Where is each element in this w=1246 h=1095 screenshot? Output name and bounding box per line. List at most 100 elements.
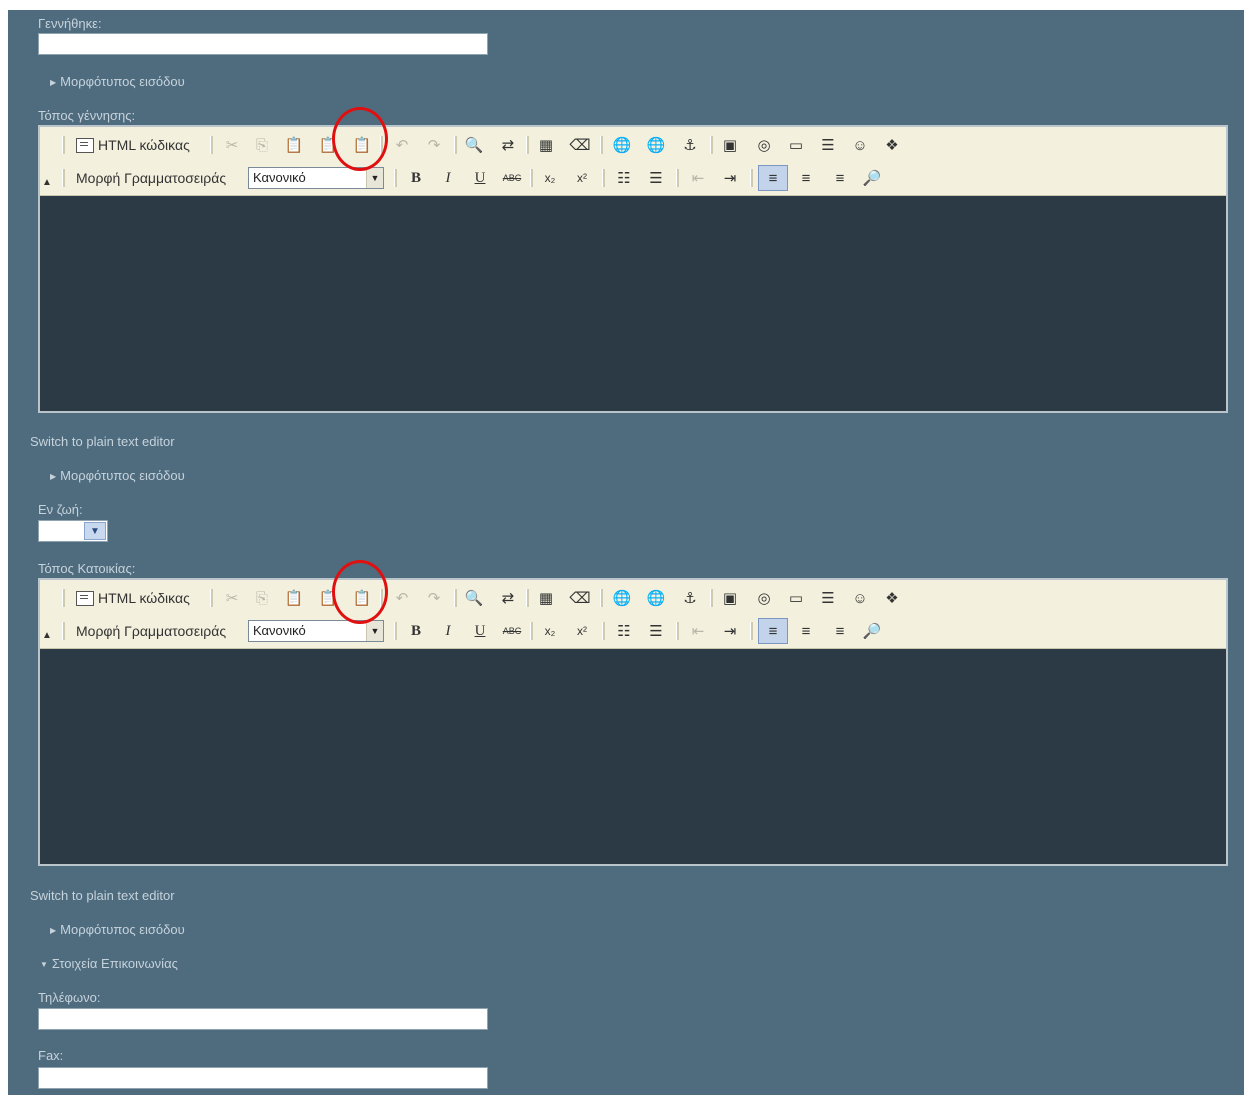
indent-icon[interactable]: ⇥ [720,621,740,641]
iframe-icon[interactable]: ▭ [786,588,806,608]
eraser-icon[interactable]: ⌫ [569,588,590,608]
align-center-icon[interactable]: ≡ [796,621,816,641]
italic-icon[interactable]: I [438,168,458,188]
align-center-icon[interactable]: ≡ [796,168,816,188]
toolbar-row-2: Μορφή Γραμματοσειράς Κανονικό ▼ B I U AB… [40,162,1226,194]
paste-icon[interactable]: 📋 [284,588,304,608]
source-icon [76,590,94,606]
find-icon[interactable]: 🔍 [464,588,484,608]
font-format-select[interactable]: Κανονικό ▼ [248,620,384,642]
replace-icon[interactable]: ⇄ [498,588,518,608]
switch-editor-link-1[interactable]: Switch to plain text editor [30,434,175,449]
align-left-icon[interactable]: ≡ [758,618,788,644]
underline-icon[interactable]: U [470,621,490,641]
font-format-value: Κανονικό [253,170,306,185]
html-source-button[interactable]: HTML κώδικας [76,587,190,609]
contact-section-toggle[interactable]: ▼ Στοιχεία Επικοινωνίας [40,956,178,971]
fax-input[interactable] [38,1067,488,1089]
outdent-icon[interactable]: ⇤ [688,168,708,188]
phone-label: Τηλέφωνο: [38,990,101,1005]
smiley-icon[interactable]: ☺ [850,588,870,608]
ordered-list-icon[interactable]: ☷ [614,168,634,188]
font-format-select[interactable]: Κανονικό ▼ [248,167,384,189]
redo-icon[interactable]: ↷ [424,135,444,155]
link-icon[interactable]: 🌐 [612,588,632,608]
special-char-icon[interactable]: ❖ [882,588,902,608]
anchor-icon[interactable]: ⚓ [680,135,700,155]
residence-editor[interactable]: HTML κώδικας ✂ ⎘ 📋 📋 📋 ↶ ↷ 🔍 ⇄ ▦ ⌫ 🌐 🌐 ⚓… [38,560,1228,866]
chevron-down-icon: ▼ [366,168,383,188]
resize-handle-icon[interactable]: ▲ [42,630,52,641]
undo-icon[interactable]: ↶ [392,135,412,155]
align-left-icon[interactable]: ≡ [758,165,788,191]
redo-icon[interactable]: ↷ [424,588,444,608]
strikethrough-icon[interactable]: ABC [502,621,522,641]
outdent-icon[interactable]: ⇤ [688,621,708,641]
copy-icon[interactable]: ⎘ [252,135,272,155]
undo-icon[interactable]: ↶ [392,588,412,608]
bold-icon[interactable]: B [406,621,426,641]
unlink-icon[interactable]: 🌐 [646,135,666,155]
toolbar-separator [394,622,397,640]
flash-icon[interactable]: ◎ [754,588,774,608]
flash-icon[interactable]: ◎ [754,135,774,155]
replace-icon[interactable]: ⇄ [498,135,518,155]
residence-label: Τόπος Κατοικίας: [38,561,136,576]
superscript-icon[interactable]: x² [572,168,592,188]
preview-icon[interactable]: 🔎 [862,168,882,188]
html-source-label: HTML κώδικας [98,137,190,153]
italic-icon[interactable]: I [438,621,458,641]
link-icon[interactable]: 🌐 [612,135,632,155]
paste-text-icon[interactable]: 📋 [318,588,338,608]
anchor-icon[interactable]: ⚓ [680,588,700,608]
table-icon[interactable]: ▦ [536,588,556,608]
horizontal-rule-icon[interactable]: ☰ [818,135,838,155]
triangle-right-icon: ▶ [50,926,57,935]
align-right-icon[interactable]: ≡ [830,621,850,641]
special-char-icon[interactable]: ❖ [882,135,902,155]
unordered-list-icon[interactable]: ☰ [646,621,666,641]
bold-icon[interactable]: B [406,168,426,188]
unordered-list-icon[interactable]: ☰ [646,168,666,188]
alive-select[interactable]: ▼ [38,520,108,542]
input-format-toggle-2[interactable]: ▶ Μορφότυπος εισόδου [50,468,185,483]
copy-icon[interactable]: ⎘ [252,588,272,608]
switch-editor-link-2[interactable]: Switch to plain text editor [30,888,175,903]
paste-word-icon[interactable]: 📋 [352,135,372,155]
editor-toolbar: HTML κώδικας ✂ ⎘ 📋 📋 📋 ↶ ↷ 🔍 ⇄ ▦ ⌫ 🌐 🌐 ⚓… [40,580,1226,649]
paste-icon[interactable]: 📋 [284,135,304,155]
align-right-icon[interactable]: ≡ [830,168,850,188]
horizontal-rule-icon[interactable]: ☰ [818,588,838,608]
subscript-icon[interactable]: x₂ [540,621,560,641]
toolbar-separator [380,136,383,154]
image-icon[interactable]: ▣ [720,588,740,608]
toolbar-separator [676,622,679,640]
preview-icon[interactable]: 🔎 [862,621,882,641]
cut-icon[interactable]: ✂ [222,135,242,155]
iframe-icon[interactable]: ▭ [786,135,806,155]
strikethrough-icon[interactable]: ABC [502,168,522,188]
birthplace-editor[interactable]: HTML κώδικας ✂ ⎘ 📋 📋 📋 ↶ ↷ 🔍 ⇄ ▦ ⌫ 🌐 🌐 ⚓… [38,107,1228,413]
eraser-icon[interactable]: ⌫ [569,135,590,155]
resize-handle-icon[interactable]: ▲ [42,177,52,188]
find-icon[interactable]: 🔍 [464,135,484,155]
phone-input[interactable] [38,1008,488,1030]
unlink-icon[interactable]: 🌐 [646,588,666,608]
input-format-toggle-1[interactable]: ▶ Μορφότυπος εισόδου [50,74,185,89]
subscript-icon[interactable]: x₂ [540,168,560,188]
indent-icon[interactable]: ⇥ [720,168,740,188]
cut-icon[interactable]: ✂ [222,588,242,608]
paste-text-icon[interactable]: 📋 [318,135,338,155]
html-source-button[interactable]: HTML κώδικας [76,134,190,156]
paste-word-icon[interactable]: 📋 [352,588,372,608]
smiley-icon[interactable]: ☺ [850,135,870,155]
table-icon[interactable]: ▦ [536,135,556,155]
input-format-toggle-3[interactable]: ▶ Μορφότυπος εισόδου [50,922,185,937]
toolbar-separator [710,136,713,154]
underline-icon[interactable]: U [470,168,490,188]
superscript-icon[interactable]: x² [572,621,592,641]
ordered-list-icon[interactable]: ☷ [614,621,634,641]
born-input[interactable] [38,33,488,55]
image-icon[interactable]: ▣ [720,135,740,155]
toolbar-separator [210,136,213,154]
